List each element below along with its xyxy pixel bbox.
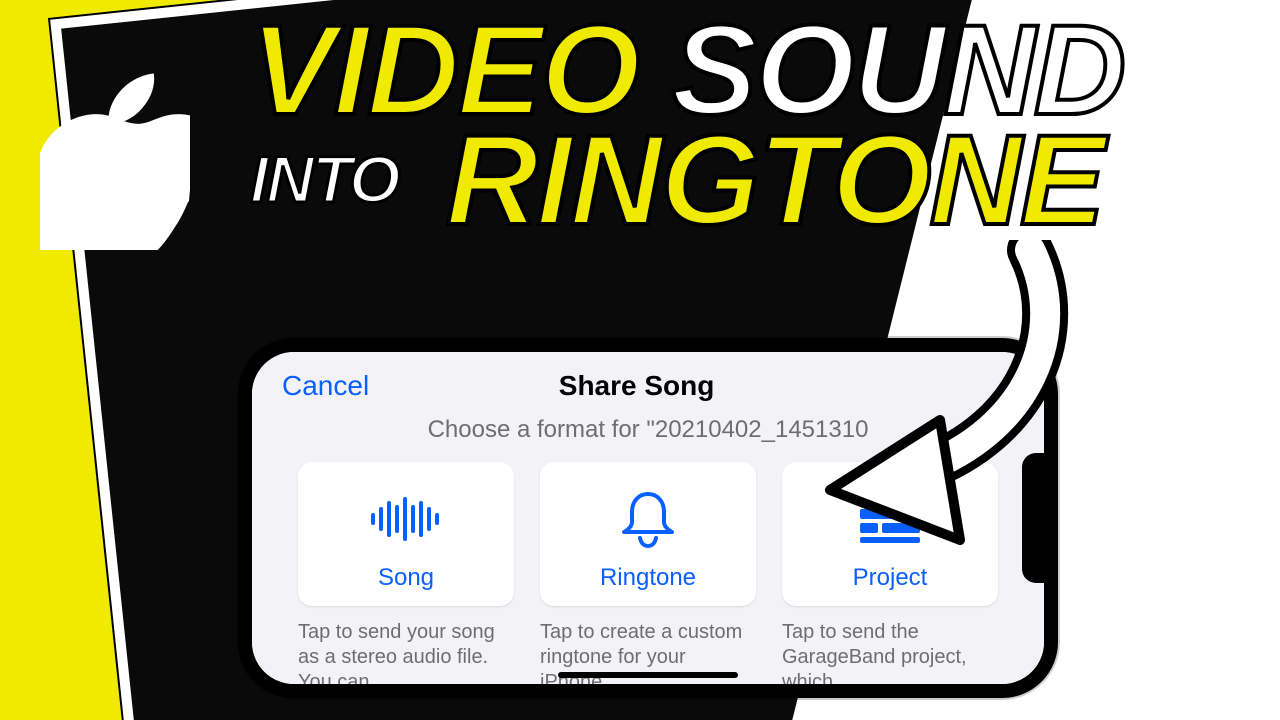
iphone-mockup: Cancel Share Song Choose a format for "2…: [238, 338, 1058, 698]
thumbnail-stage: Video Sound into Ringtone Cancel Share S…: [0, 0, 1280, 720]
format-card-song[interactable]: Song: [298, 462, 514, 606]
share-song-screen: Cancel Share Song Choose a format for "2…: [252, 352, 1044, 684]
navbar: Cancel Share Song: [276, 360, 1020, 416]
format-label: Project: [794, 564, 986, 592]
format-card-project[interactable]: Project: [782, 462, 998, 606]
choose-format-label: Choose a format for "20210402_1451310: [276, 416, 1020, 444]
project-icon: [794, 486, 986, 552]
format-label: Song: [310, 564, 502, 592]
format-card-row: Song Ringtone: [276, 462, 1020, 606]
waveform-icon: [310, 486, 502, 552]
format-label: Ringtone: [552, 564, 744, 592]
format-desc: Tap to send your song as a stereo audio …: [298, 620, 514, 695]
apple-logo-icon: [40, 70, 190, 255]
format-desc: Tap to create a custom ringtone for your…: [540, 620, 756, 695]
format-card-ringtone[interactable]: Ringtone: [540, 462, 756, 606]
format-desc-row: Tap to send your song as a stereo audio …: [276, 620, 1020, 695]
headline: Video Sound into Ringtone: [250, 12, 1124, 240]
format-desc: Tap to send the GarageBand project, whic…: [782, 620, 998, 695]
home-indicator[interactable]: [558, 672, 738, 678]
headline-word-ringtone: Ringtone: [446, 109, 1103, 252]
headline-word-into: into: [250, 142, 398, 216]
cancel-button[interactable]: Cancel: [282, 370, 369, 402]
nav-title: Share Song: [559, 370, 715, 402]
bell-icon: [552, 486, 744, 552]
